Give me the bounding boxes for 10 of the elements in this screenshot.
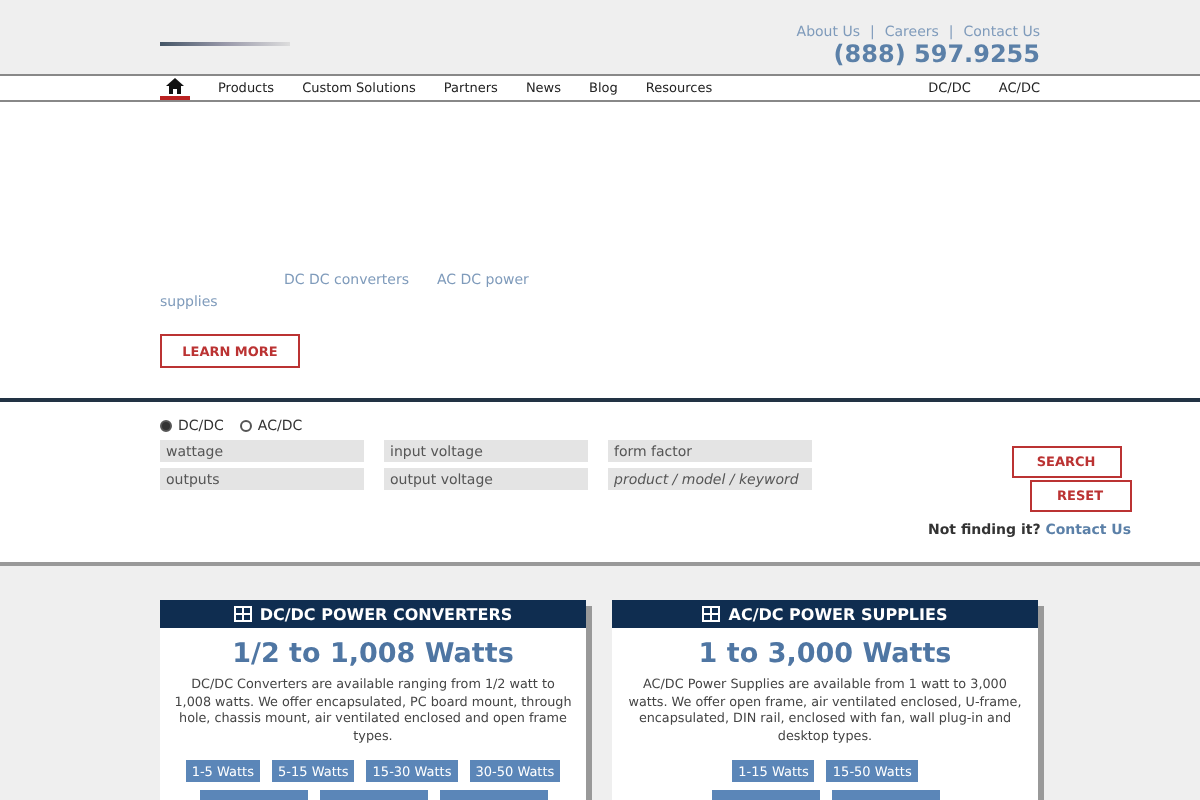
radio-button[interactable] — [239, 420, 252, 432]
grid-icon — [233, 606, 252, 622]
grid-icon — [702, 606, 721, 622]
watt-range: 1/2 to 1,008 Watts — [230, 638, 516, 670]
watt-range: 1 to 3,000 Watts — [696, 638, 954, 670]
home-icon — [166, 78, 184, 94]
radio-button[interactable] — [160, 420, 172, 432]
phone-number: (888) 597.9255 — [831, 40, 1040, 68]
card-title: DC/DC POWER CONVERTERS — [259, 605, 513, 623]
card-title: AC/DC POWER SUPPLIES — [728, 605, 948, 623]
